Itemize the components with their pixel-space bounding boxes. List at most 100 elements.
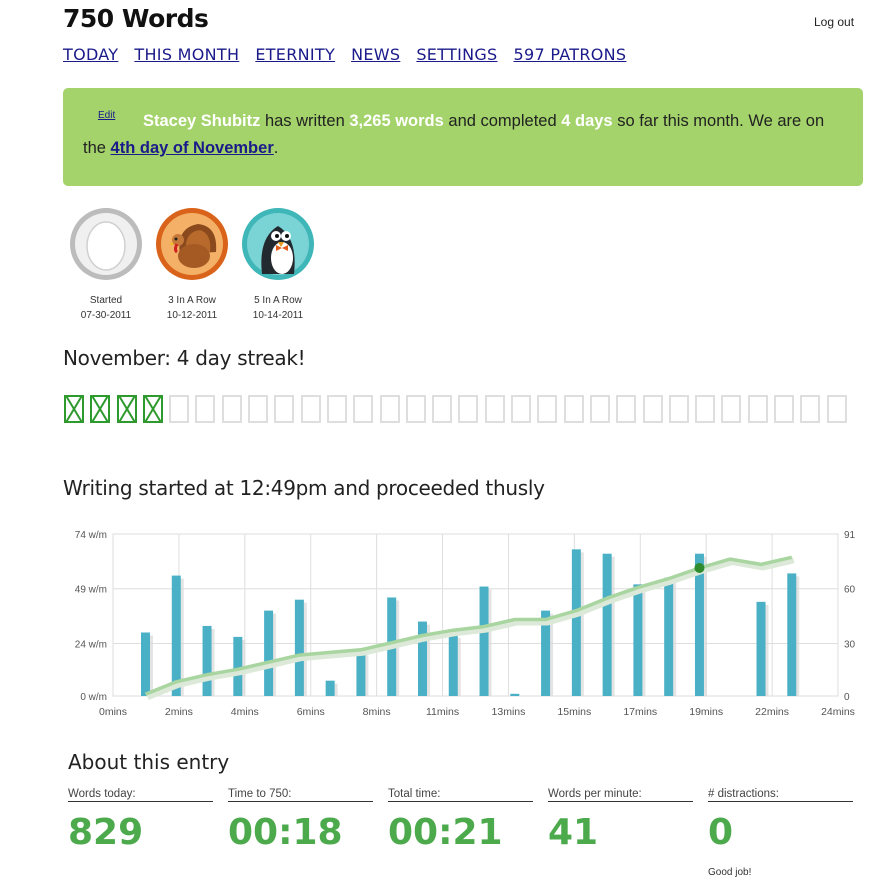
stat-words-today: Words today: 829 xyxy=(68,788,213,853)
stat-label: # distractions: xyxy=(708,788,853,802)
x-tick: 8mins xyxy=(363,706,391,718)
nav-settings[interactable]: SETTINGS xyxy=(416,45,497,64)
nav-news[interactable]: NEWS xyxy=(351,45,400,64)
stat-label: Time to 750: xyxy=(228,788,373,802)
badge-5-in-a-row[interactable]: 5 In A Row 10-14-2011 xyxy=(235,208,321,323)
streak-day-empty xyxy=(248,395,269,423)
turkey-icon xyxy=(156,208,228,280)
stat-label: Total time: xyxy=(388,788,533,802)
streak-day-empty xyxy=(484,395,505,423)
bar xyxy=(233,636,243,696)
bar xyxy=(325,680,335,696)
y-right-tick: 0 xyxy=(844,692,850,703)
streak-day-empty xyxy=(747,395,768,423)
streak-day-empty xyxy=(589,395,610,423)
badge-name: 3 In A Row xyxy=(168,295,216,306)
progress-banner: Edit Stacey Shubitz has written 3,265 wo… xyxy=(63,88,863,186)
streak-day-empty xyxy=(458,395,479,423)
streak-day-empty xyxy=(353,395,374,423)
stat-value: 0 xyxy=(708,812,734,853)
nav-today[interactable]: TODAY xyxy=(63,45,118,64)
streak-day-empty xyxy=(432,395,453,423)
penguin-icon xyxy=(242,208,314,280)
bar xyxy=(171,575,181,696)
streak-day-empty xyxy=(563,395,584,423)
stat-words-per-minute: Words per minute: 41 xyxy=(548,788,693,853)
streak-day-empty xyxy=(221,395,242,423)
streak-day-empty xyxy=(274,395,295,423)
stat-value: 00:18 xyxy=(228,812,343,853)
x-tick: 13mins xyxy=(492,706,526,718)
stat-note: Good job! xyxy=(708,867,752,878)
y-right-tick: 303 xyxy=(844,639,855,650)
streak-day-complete xyxy=(90,395,111,423)
user-name: Stacey Shubitz xyxy=(143,112,261,130)
streak-day-empty xyxy=(774,395,795,423)
bar xyxy=(756,601,766,696)
badge-name: 5 In A Row xyxy=(254,295,302,306)
current-day-link[interactable]: 4th day of November xyxy=(111,139,274,157)
bar xyxy=(264,610,274,696)
x-tick: 6mins xyxy=(297,706,325,718)
bar xyxy=(294,599,304,696)
streak-day-empty xyxy=(405,395,426,423)
streak-day-empty xyxy=(195,395,216,423)
stat-label: Words today: xyxy=(68,788,213,802)
y-left-tick: 0 w/m xyxy=(80,692,107,703)
day-count: 4 days xyxy=(561,112,613,130)
x-tick: 11mins xyxy=(426,706,459,718)
badge-date: 10-14-2011 xyxy=(252,310,304,321)
nav-patrons[interactable]: 597 PATRONS xyxy=(514,45,627,64)
message-text: has written xyxy=(260,112,350,130)
x-tick: 4mins xyxy=(231,706,259,718)
streak-day-empty xyxy=(379,395,400,423)
x-tick: 24mins xyxy=(821,706,855,718)
bar xyxy=(356,652,366,696)
bar xyxy=(479,586,489,696)
streak-day-complete xyxy=(64,395,84,423)
x-tick: 19mins xyxy=(689,706,723,718)
streak-title: November: 4 day streak! xyxy=(63,346,306,370)
app-title: 750 Words xyxy=(63,4,209,33)
y-left-tick: 24 w/m xyxy=(75,639,107,650)
writing-title: Writing started at 12:49pm and proceeded… xyxy=(63,476,545,500)
badge-started[interactable]: Started 07-30-2011 xyxy=(63,208,149,323)
nav-eternity[interactable]: ETERNITY xyxy=(255,45,335,64)
about-entry: About this entry Words today: 829 Time t… xyxy=(68,750,853,878)
bar xyxy=(448,634,458,696)
line-marker xyxy=(694,562,705,573)
main-nav: TODAY THIS MONTH ETERNITY NEWS SETTINGS … xyxy=(63,45,642,64)
egg-icon xyxy=(70,208,142,280)
bar xyxy=(787,573,797,696)
stat-total-time: Total time: 00:21 xyxy=(388,788,533,853)
badge-date: 10-12-2011 xyxy=(166,310,218,321)
bar xyxy=(664,577,674,696)
bar xyxy=(602,553,612,696)
logout-link[interactable]: Log out xyxy=(814,15,854,29)
y-right-tick: 911 xyxy=(844,530,855,541)
bar xyxy=(141,632,150,696)
bar xyxy=(633,584,643,696)
bar xyxy=(417,621,427,696)
stat-value: 829 xyxy=(68,812,144,853)
streak-day-empty xyxy=(668,395,689,423)
streak-day-empty xyxy=(511,395,532,423)
x-tick: 2mins xyxy=(165,706,193,718)
word-count: 3,265 words xyxy=(349,112,444,130)
stat-time-to-750: Time to 750: 00:18 xyxy=(228,788,373,853)
stat-label: Words per minute: xyxy=(548,788,693,802)
message-text: and completed xyxy=(443,112,562,130)
badge-3-in-a-row[interactable]: 3 In A Row 10-12-2011 xyxy=(149,208,235,323)
streak-day-empty xyxy=(800,395,821,423)
streak-day-empty xyxy=(300,395,321,423)
y-right-tick: 607 xyxy=(844,585,855,596)
writing-chart: 0 w/m 0 24 w/m 303 49 w/m 607 74 w/m 911 0mins 2m… xyxy=(75,530,855,718)
nav-this-month[interactable]: THIS MONTH xyxy=(134,45,239,64)
streak-day-complete xyxy=(116,395,137,423)
streak-day-empty xyxy=(537,395,558,423)
x-tick: 17mins xyxy=(623,706,657,718)
x-tick: 0mins xyxy=(99,706,127,718)
streak-day-complete xyxy=(142,395,163,423)
about-title: About this entry xyxy=(68,750,230,774)
x-tick: 15mins xyxy=(557,706,591,718)
